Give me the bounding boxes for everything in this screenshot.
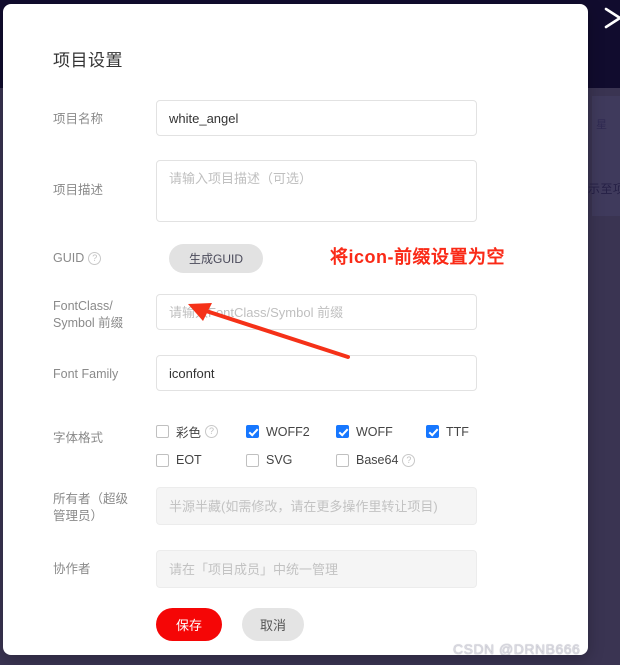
label-collaborator: 协作者: [53, 562, 91, 576]
checkbox-item-woff2[interactable]: WOFF2: [246, 422, 336, 441]
annotation-text: 将icon-前缀设置为空: [330, 247, 505, 267]
label-project-desc: 项目描述: [53, 183, 104, 197]
checkbox-item-color[interactable]: 彩色 ?: [156, 422, 246, 441]
checkbox-label-woff2: WOFF2: [266, 424, 310, 439]
checkbox-label-ttf: TTF: [446, 424, 469, 439]
label-owner: 所有者（超级 管理员）: [53, 491, 148, 525]
page-title: 项目设置: [53, 51, 123, 70]
label-prefix: FontClass/ Symbol 前缀: [53, 298, 148, 332]
collaborator-input: [156, 550, 477, 588]
label-guid: GUID?: [53, 250, 148, 267]
checkbox-item-svg[interactable]: SVG: [246, 453, 336, 467]
checkbox-box-woff[interactable]: [336, 425, 349, 438]
background-text-snippet: 示至项: [588, 182, 620, 196]
checkbox-item-eot[interactable]: EOT: [156, 453, 246, 467]
label-prefix-line1: FontClass/: [53, 299, 113, 313]
checkbox-label-color: 彩色: [176, 426, 202, 440]
checkbox-item-ttf[interactable]: TTF: [426, 422, 516, 441]
checkbox-label-eot: EOT: [176, 453, 202, 467]
question-mark-icon[interactable]: ?: [88, 252, 102, 265]
label-guid-text: GUID: [53, 251, 85, 265]
checkbox-label-base64: Base64: [356, 453, 399, 467]
watermark: CSDN @DRNB666: [453, 641, 581, 655]
font-format-checkbox-group: 彩色 ? WOFF2 WOFF TTF EOT SVG Base64 ?: [156, 422, 516, 467]
close-icon[interactable]: [598, 3, 620, 33]
project-desc-textarea[interactable]: [156, 160, 477, 222]
label-prefix-line2: Symbol 前缀: [53, 316, 124, 330]
question-mark-icon-base64[interactable]: ?: [402, 453, 416, 467]
checkbox-item-woff[interactable]: WOFF: [336, 422, 426, 441]
label-project-name: 项目名称: [53, 112, 104, 126]
checkbox-box-color[interactable]: [156, 425, 169, 438]
prefix-input[interactable]: [156, 294, 477, 330]
checkbox-label-svg: SVG: [266, 453, 293, 467]
checkbox-item-base64[interactable]: Base64 ?: [336, 453, 426, 467]
label-font-family: Font Family: [53, 367, 119, 381]
generate-guid-button[interactable]: 生成GUID: [169, 244, 263, 273]
label-owner-line1: 所有者（超级: [53, 492, 129, 506]
question-mark-icon-color[interactable]: ?: [205, 425, 219, 438]
save-button[interactable]: 保存: [156, 608, 222, 641]
project-name-input[interactable]: [156, 100, 477, 136]
owner-input: [156, 487, 477, 525]
label-font-format: 字体格式: [53, 431, 104, 445]
checkbox-box-base64[interactable]: [336, 453, 349, 467]
background-text-snippet-2: 星: [596, 119, 607, 131]
checkbox-box-svg[interactable]: [246, 453, 259, 467]
checkbox-box-woff2[interactable]: [246, 425, 259, 438]
font-family-input[interactable]: [156, 355, 477, 391]
checkbox-box-ttf[interactable]: [426, 425, 439, 438]
background-card: [592, 96, 620, 216]
label-owner-line2: 管理员）: [53, 509, 104, 523]
checkbox-label-woff: WOFF: [356, 424, 393, 439]
checkbox-box-eot[interactable]: [156, 453, 169, 467]
project-settings-dialog: 项目设置 项目名称 项目描述 GUID? 生成GUID FontClass/ S…: [3, 4, 588, 655]
cancel-button[interactable]: 取消: [242, 608, 304, 641]
